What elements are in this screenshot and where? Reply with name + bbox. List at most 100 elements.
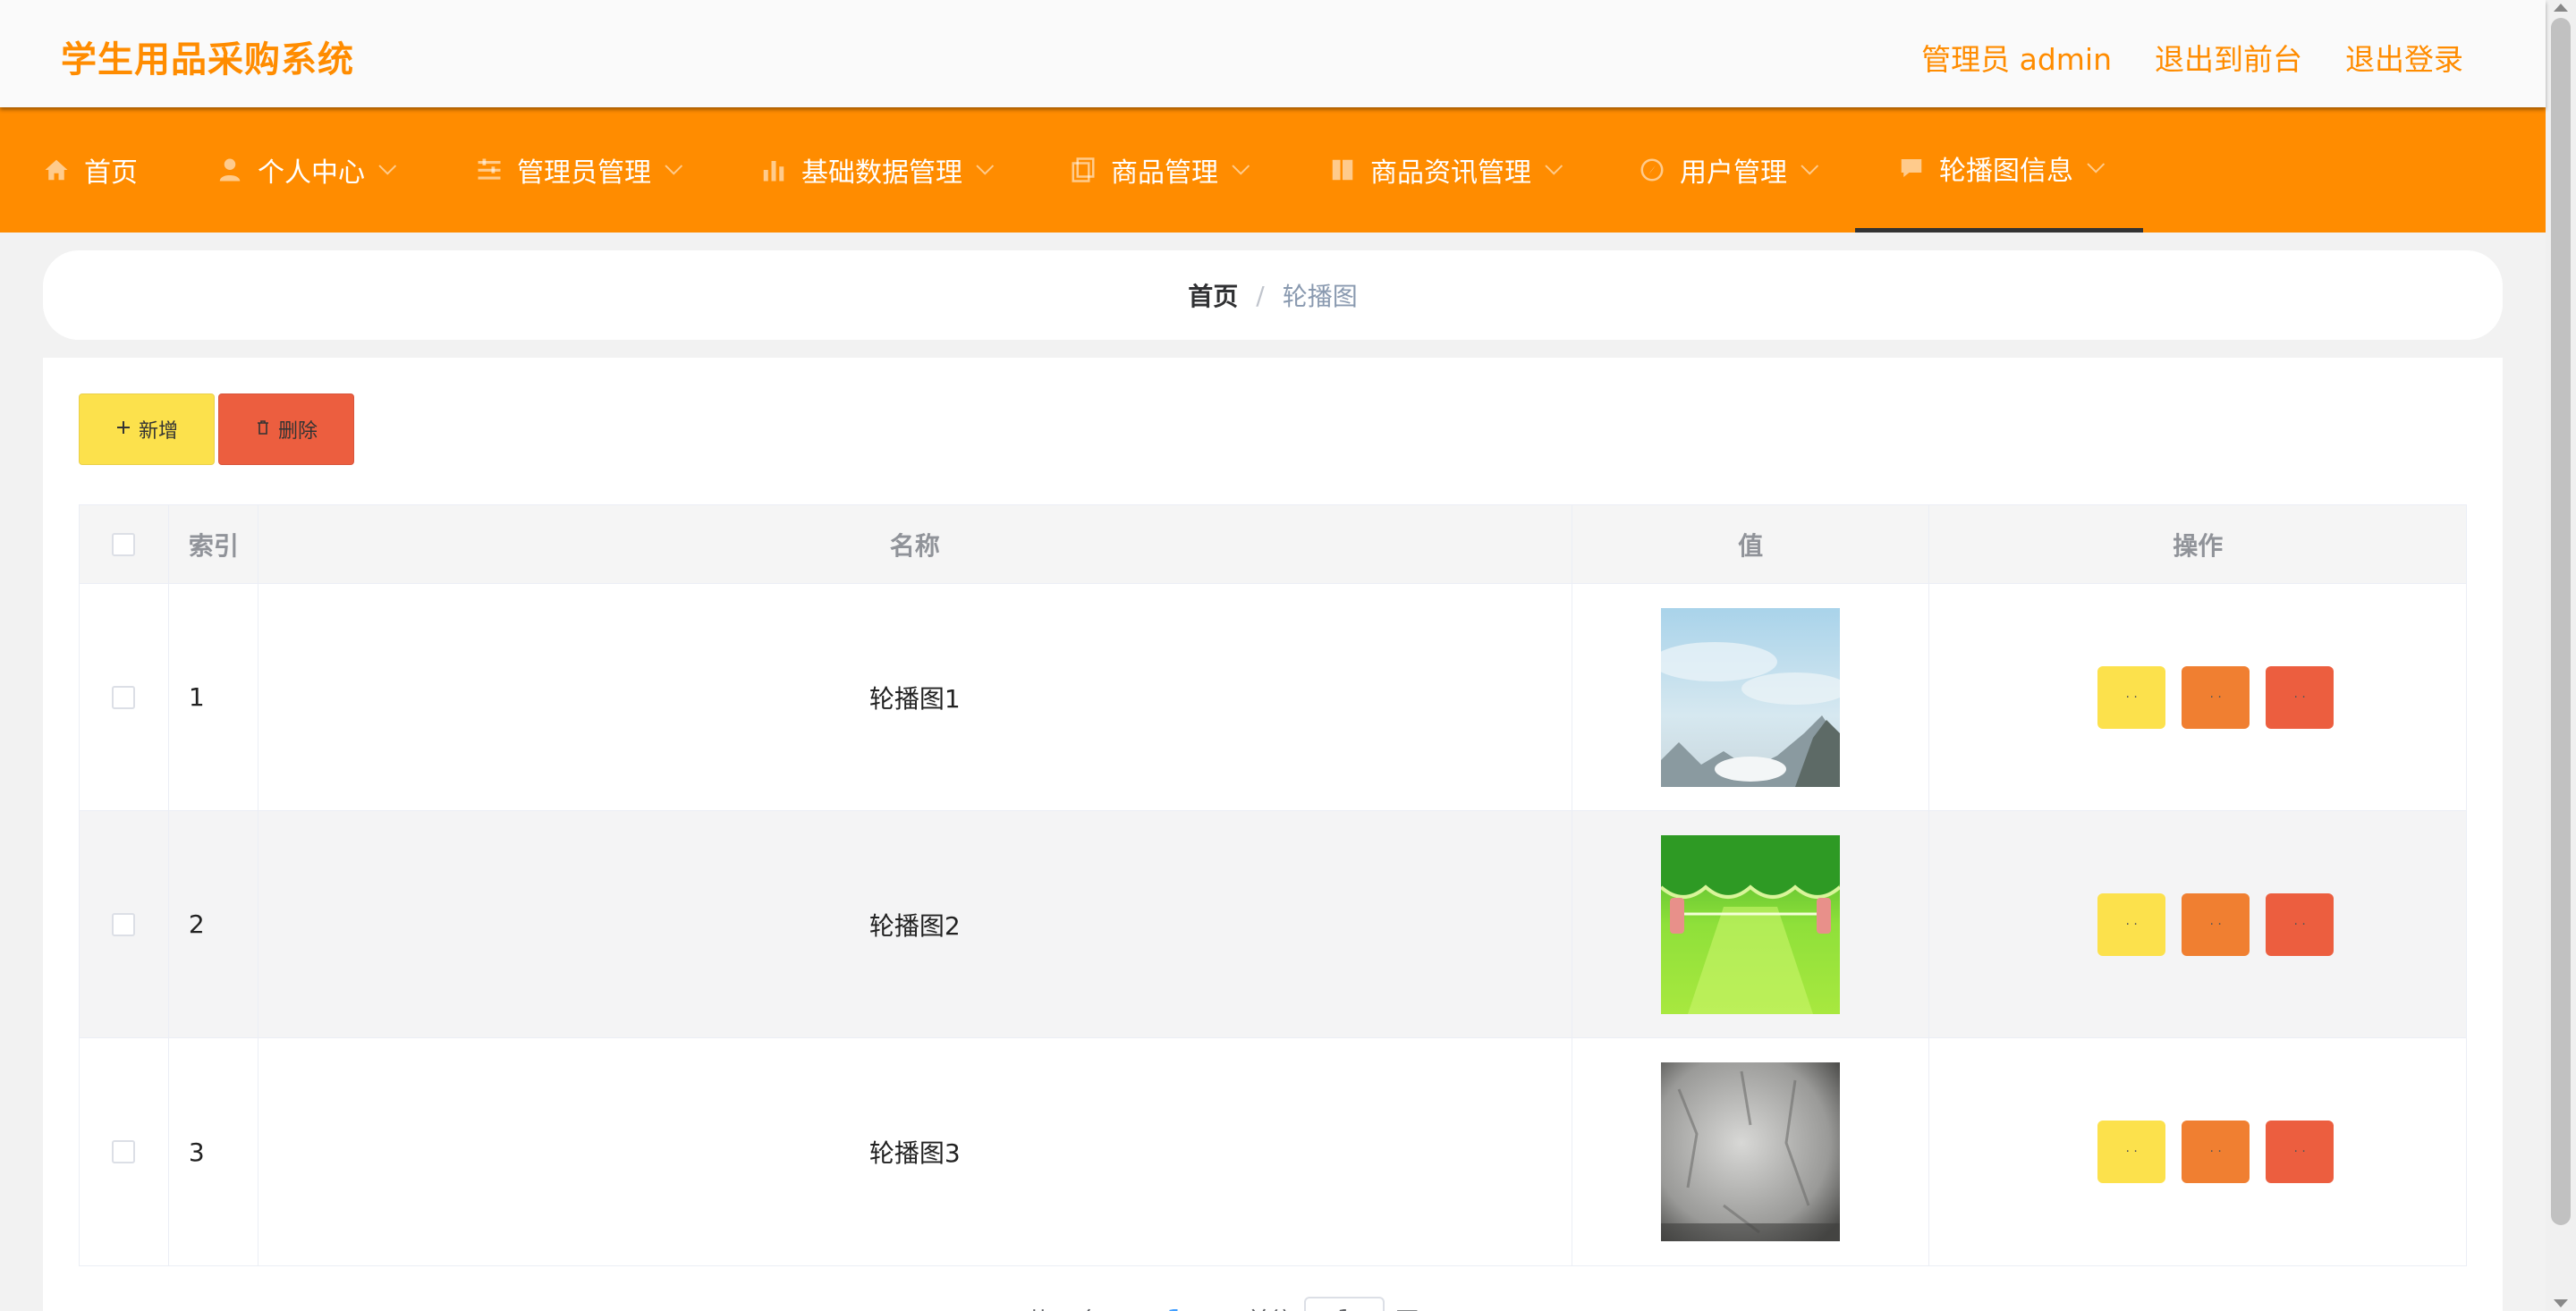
app-title: 学生用品采购系统	[61, 39, 354, 80]
user-icon	[216, 156, 243, 183]
row-delete-button[interactable]: · ·	[2266, 892, 2334, 956]
scroll-up-arrow-icon[interactable]	[2554, 4, 2568, 12]
nav-label: 商品管理	[1111, 157, 1218, 189]
content-card: 新增 删除 索引 名称 值 操作 1 轮播图1 · · · · · · 2 轮播…	[43, 358, 2503, 1311]
delete-button-label: 删除	[277, 420, 318, 443]
delete-button[interactable]: 删除	[218, 393, 354, 465]
nav-item-base-data[interactable]: 基础数据管理	[760, 107, 995, 233]
page-jumper: 前往 页	[1247, 1297, 1419, 1311]
chevron-down-icon	[1232, 156, 1250, 175]
table-row: 2 轮播图2 · · · · · ·	[80, 811, 2466, 1038]
prev-page-button[interactable]: <	[1124, 1305, 1145, 1311]
row-checkbox[interactable]	[112, 1140, 136, 1163]
row-actions-cell: · · · · · ·	[1929, 584, 2466, 810]
nav-item-product-management[interactable]: 商品管理	[1070, 107, 1250, 233]
carousel-image-thumbnail[interactable]	[1661, 834, 1841, 1014]
chat-icon	[1898, 155, 1925, 182]
table-row: 3 轮播图3 · · · · · ·	[80, 1038, 2466, 1265]
carousel-image-thumbnail[interactable]	[1661, 607, 1841, 787]
nav-label: 基础数据管理	[801, 157, 962, 189]
row-delete-button[interactable]: · ·	[2266, 665, 2334, 729]
goto-page-input[interactable]	[1304, 1297, 1385, 1311]
add-button[interactable]: 新增	[79, 393, 215, 465]
book-icon	[1329, 156, 1356, 183]
header-check-cell	[80, 505, 169, 583]
main-nav: 首页 个人中心 管理员管理 基础数据管理 商品管理 商品资讯管理 用户管理 轮播…	[0, 107, 2546, 233]
nav-item-user-management[interactable]: 用户管理	[1639, 107, 1819, 233]
bar-chart-icon	[760, 156, 787, 183]
breadcrumb: 首页 / 轮播图	[43, 250, 2503, 340]
edit-button[interactable]: · ·	[2182, 892, 2250, 956]
column-header-name: 名称	[258, 505, 1572, 583]
sliders-icon	[476, 156, 503, 183]
compass-icon	[1639, 156, 1665, 183]
row-name: 轮播图2	[258, 811, 1572, 1037]
view-button[interactable]: · ·	[2097, 1121, 2166, 1183]
nav-label: 轮播图信息	[1939, 155, 2073, 187]
row-action-group: · · · · · ·	[2097, 665, 2334, 729]
row-checkbox[interactable]	[112, 685, 136, 709]
carousel-table: 索引 名称 值 操作 1 轮播图1 · · · · · · 2 轮播图2 · ·…	[79, 504, 2467, 1266]
pagination: 共 3 条 < 1 > 前往 页	[1027, 1297, 1419, 1311]
page-number-current[interactable]: 1	[1167, 1306, 1183, 1311]
plus-icon	[115, 419, 131, 441]
scroll-thumb[interactable]	[2551, 18, 2571, 1225]
row-check-cell	[80, 811, 169, 1037]
nav-label: 管理员管理	[517, 157, 651, 189]
goto-label: 前往	[1247, 1303, 1293, 1311]
chevron-down-icon	[1801, 156, 1819, 175]
next-page-button[interactable]: >	[1205, 1305, 1225, 1311]
row-actions-cell: · · · · · ·	[1929, 1038, 2466, 1265]
copy-icon	[1070, 156, 1097, 183]
view-button[interactable]: · ·	[2097, 665, 2166, 729]
chevron-down-icon	[2087, 155, 2106, 173]
logout-link[interactable]: 退出登录	[2345, 36, 2463, 79]
table-header-row: 索引 名称 值 操作	[80, 505, 2466, 584]
row-checkbox[interactable]	[112, 912, 136, 936]
trash-icon	[255, 419, 271, 441]
exit-to-frontend-link[interactable]: 退出到前台	[2155, 36, 2302, 79]
row-check-cell	[80, 584, 169, 810]
row-check-cell	[80, 1038, 169, 1265]
row-name: 轮播图3	[258, 1038, 1572, 1265]
chevron-down-icon	[665, 156, 683, 175]
nav-label: 个人中心	[258, 157, 365, 189]
top-header: 学生用品采购系统 管理员 admin 退出到前台 退出登录	[0, 0, 2546, 107]
row-image-cell	[1572, 1038, 1930, 1265]
nav-label: 商品资讯管理	[1370, 157, 1531, 189]
scroll-down-arrow-icon[interactable]	[2554, 1299, 2568, 1307]
chevron-down-icon	[976, 156, 995, 175]
breadcrumb-current: 轮播图	[1282, 282, 1358, 311]
nav-item-carousel-info[interactable]: 轮播图信息	[1855, 107, 2143, 233]
chevron-down-icon	[1545, 156, 1563, 175]
nav-item-admin-management[interactable]: 管理员管理	[476, 107, 683, 233]
pagination-total: 共 3 条	[1027, 1303, 1103, 1311]
row-name: 轮播图1	[258, 584, 1572, 810]
nav-item-product-news[interactable]: 商品资讯管理	[1329, 107, 1563, 233]
view-button[interactable]: · ·	[2097, 892, 2166, 956]
row-image-cell	[1572, 584, 1930, 810]
carousel-image-thumbnail[interactable]	[1661, 1062, 1841, 1241]
row-delete-button[interactable]: · ·	[2266, 1121, 2334, 1183]
row-action-group: · · · · · ·	[2097, 1121, 2334, 1183]
nav-item-personal-center[interactable]: 个人中心	[216, 107, 397, 233]
home-icon	[43, 156, 70, 183]
table-row: 1 轮播图1 · · · · · ·	[80, 584, 2466, 811]
edit-button[interactable]: · ·	[2182, 1121, 2250, 1183]
nav-item-home[interactable]: 首页	[43, 107, 138, 233]
select-all-checkbox[interactable]	[112, 532, 136, 556]
nav-label: 用户管理	[1680, 157, 1787, 189]
header-links: 管理员 admin 退出到前台 退出登录	[1921, 36, 2463, 79]
chevron-down-icon	[378, 156, 397, 175]
admin-user-link[interactable]: 管理员 admin	[1921, 36, 2112, 79]
breadcrumb-home[interactable]: 首页	[1188, 277, 1238, 313]
column-header-index: 索引	[169, 505, 258, 583]
page-scrollbar[interactable]	[2546, 0, 2576, 1311]
edit-button[interactable]: · ·	[2182, 665, 2250, 729]
column-header-value: 值	[1572, 505, 1930, 583]
page-suffix: 页	[1395, 1303, 1419, 1311]
row-index: 1	[169, 584, 258, 810]
add-button-label: 新增	[138, 420, 178, 443]
nav-label: 首页	[84, 157, 138, 189]
breadcrumb-separator: /	[1256, 280, 1265, 310]
